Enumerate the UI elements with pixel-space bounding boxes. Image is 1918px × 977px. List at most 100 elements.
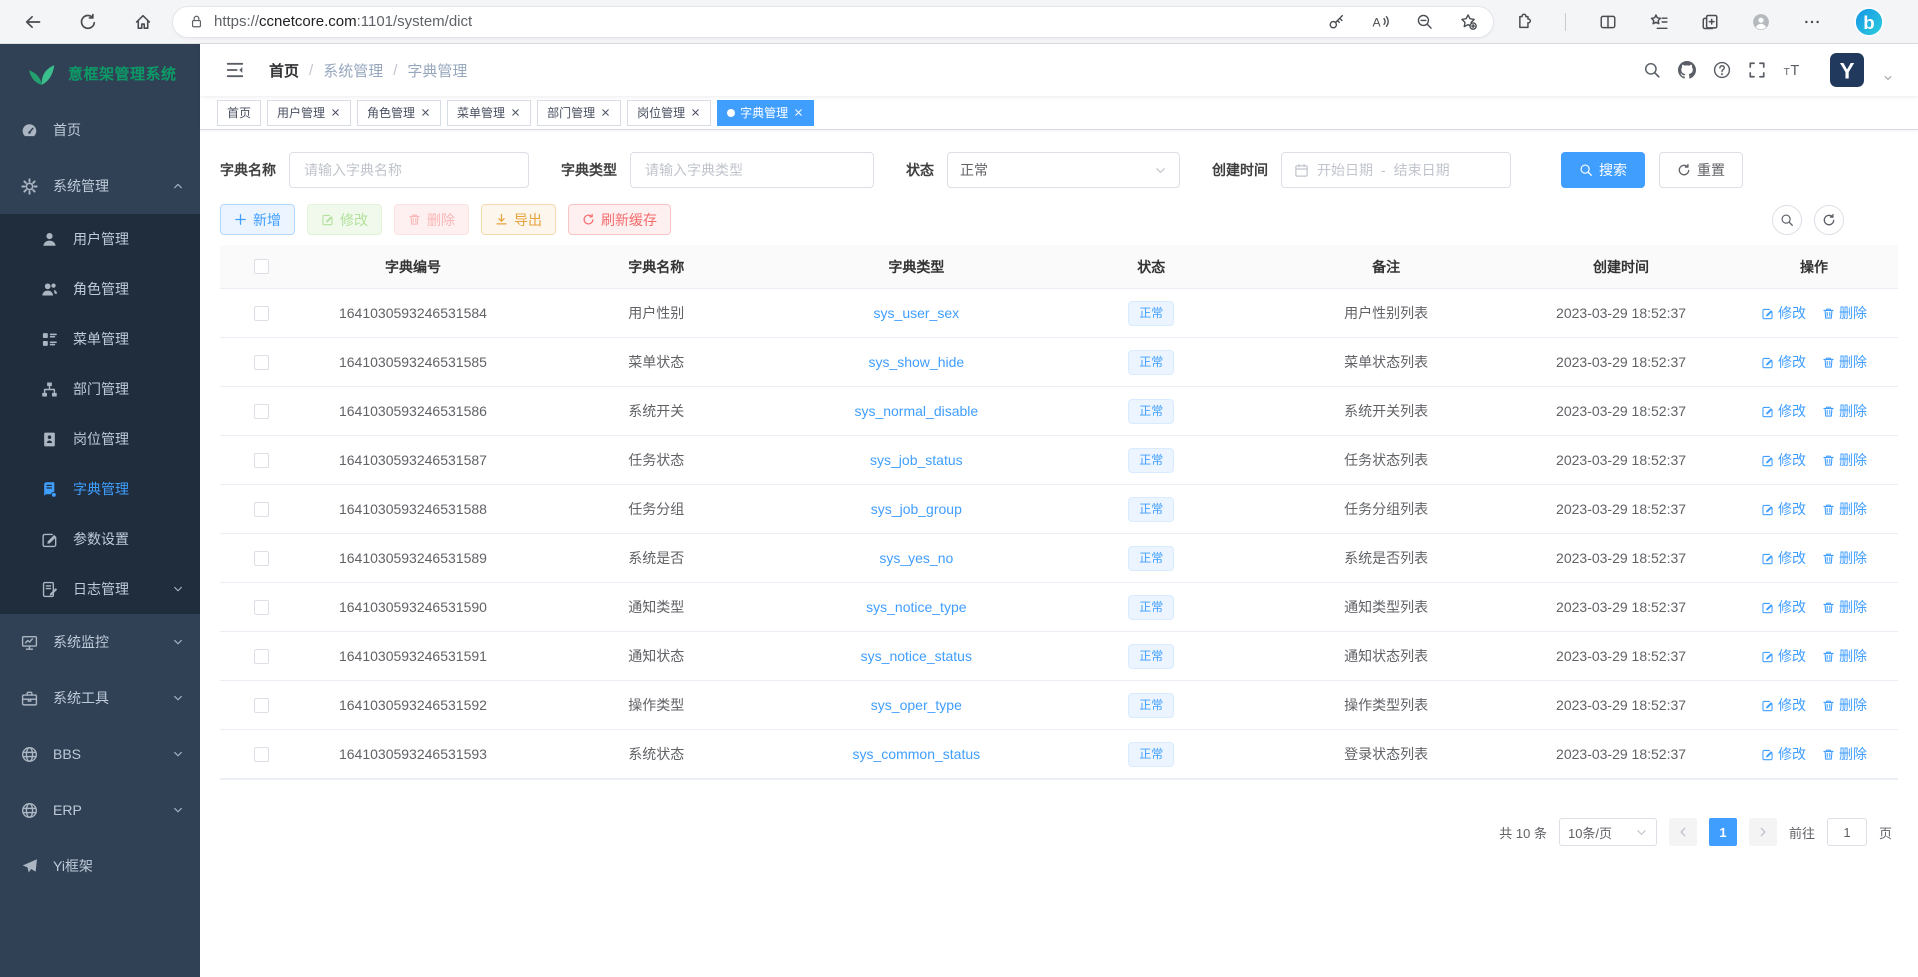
close-icon[interactable] xyxy=(690,107,701,118)
refresh-table-button[interactable] xyxy=(1814,205,1844,235)
row-edit-button[interactable]: 修改 xyxy=(1761,303,1806,323)
dict-type-link[interactable]: sys_normal_disable xyxy=(854,403,978,419)
read-aloud-icon[interactable]: A xyxy=(1372,13,1389,30)
row-delete-button[interactable]: 删除 xyxy=(1822,352,1867,372)
tab-dept-admin[interactable]: 部门管理 xyxy=(537,100,621,126)
row-checkbox[interactable] xyxy=(254,698,269,713)
row-checkbox[interactable] xyxy=(254,747,269,762)
sidebar-item-log-admin[interactable]: 日志管理 xyxy=(0,564,200,614)
dict-type-link[interactable]: sys_user_sex xyxy=(874,305,960,321)
zoom-out-icon[interactable] xyxy=(1416,13,1433,30)
dict-type-link[interactable]: sys_oper_type xyxy=(871,697,962,713)
dict-type-input[interactable] xyxy=(643,161,861,179)
search-button[interactable]: 搜索 xyxy=(1561,152,1645,188)
close-icon[interactable] xyxy=(600,107,611,118)
sidebar-item-erp[interactable]: ERP xyxy=(0,782,200,838)
sidebar-item-role-admin[interactable]: 角色管理 xyxy=(0,264,200,314)
dict-type-link[interactable]: sys_notice_type xyxy=(866,599,966,615)
prev-page-button[interactable] xyxy=(1669,818,1697,846)
tab-role-admin[interactable]: 角色管理 xyxy=(357,100,441,126)
sidebar-item-menu-admin[interactable]: 菜单管理 xyxy=(0,314,200,364)
home-icon[interactable] xyxy=(134,13,152,31)
sidebar-item-bbs[interactable]: BBS xyxy=(0,726,200,782)
page-number-button[interactable]: 1 xyxy=(1709,818,1737,846)
dict-name-input[interactable] xyxy=(302,161,516,179)
row-delete-button[interactable]: 删除 xyxy=(1822,695,1867,715)
sidebar-item-system-tools[interactable]: 系统工具 xyxy=(0,670,200,726)
reset-button[interactable]: 重置 xyxy=(1659,152,1743,188)
row-edit-button[interactable]: 修改 xyxy=(1761,695,1806,715)
row-checkbox[interactable] xyxy=(254,306,269,321)
sidebar-item-dict-admin[interactable]: 字典管理 xyxy=(0,464,200,514)
more-icon[interactable] xyxy=(1803,13,1821,31)
dict-type-link[interactable]: sys_job_status xyxy=(870,452,963,468)
split-screen-icon[interactable] xyxy=(1599,13,1617,31)
chevron-down-icon[interactable] xyxy=(1883,73,1893,83)
row-delete-button[interactable]: 删除 xyxy=(1822,597,1867,617)
favorites-bar-icon[interactable] xyxy=(1650,13,1668,31)
star-add-icon[interactable] xyxy=(1460,13,1477,30)
row-edit-button[interactable]: 修改 xyxy=(1761,744,1806,764)
row-delete-button[interactable]: 删除 xyxy=(1822,646,1867,666)
row-edit-button[interactable]: 修改 xyxy=(1761,646,1806,666)
row-checkbox[interactable] xyxy=(254,649,269,664)
sidebar-item-param-settings[interactable]: 参数设置 xyxy=(0,514,200,564)
close-icon[interactable] xyxy=(420,107,431,118)
profile-icon[interactable] xyxy=(1752,13,1770,31)
sidebar-item-post-admin[interactable]: 岗位管理 xyxy=(0,414,200,464)
row-edit-button[interactable]: 修改 xyxy=(1761,352,1806,372)
sidebar-item-system-monitor[interactable]: 系统监控 xyxy=(0,614,200,670)
row-edit-button[interactable]: 修改 xyxy=(1761,450,1806,470)
close-icon[interactable] xyxy=(510,107,521,118)
key-icon[interactable] xyxy=(1328,13,1345,30)
sidebar-item-dept-admin[interactable]: 部门管理 xyxy=(0,364,200,414)
close-icon[interactable] xyxy=(793,107,804,118)
dict-type-link[interactable]: sys_common_status xyxy=(853,746,981,762)
row-checkbox[interactable] xyxy=(254,404,269,419)
row-checkbox[interactable] xyxy=(254,453,269,468)
dict-type-link[interactable]: sys_show_hide xyxy=(868,354,964,370)
dict-type-link[interactable]: sys_notice_status xyxy=(861,648,972,664)
refresh-cache-button[interactable]: 刷新缓存 xyxy=(568,204,671,235)
row-delete-button[interactable]: 删除 xyxy=(1822,450,1867,470)
row-delete-button[interactable]: 删除 xyxy=(1822,548,1867,568)
next-page-button[interactable] xyxy=(1749,818,1777,846)
show-search-button[interactable] xyxy=(1772,205,1802,235)
address-bar[interactable]: https://ccnetcore.com:1101/system/dict A xyxy=(172,6,1494,38)
breadcrumb-home[interactable]: 首页 xyxy=(269,60,299,81)
sidebar-item-home[interactable]: 首页 xyxy=(0,102,200,158)
font-size-icon[interactable]: TT xyxy=(1783,61,1801,79)
back-icon[interactable] xyxy=(24,13,42,31)
row-checkbox[interactable] xyxy=(254,600,269,615)
dict-type-link[interactable]: sys_job_group xyxy=(871,501,962,517)
bing-icon[interactable]: b xyxy=(1854,7,1884,37)
tab-dict-admin[interactable]: 字典管理 xyxy=(717,100,814,126)
add-button[interactable]: 新增 xyxy=(220,204,295,235)
extensions-icon[interactable] xyxy=(1514,13,1532,31)
row-delete-button[interactable]: 删除 xyxy=(1822,401,1867,421)
row-checkbox[interactable] xyxy=(254,551,269,566)
sidebar-item-yi-framework[interactable]: Yi框架 xyxy=(0,838,200,894)
tab-menu-admin[interactable]: 菜单管理 xyxy=(447,100,531,126)
collections-icon[interactable] xyxy=(1701,13,1719,31)
search-icon[interactable] xyxy=(1643,61,1661,79)
row-delete-button[interactable]: 删除 xyxy=(1822,744,1867,764)
row-checkbox[interactable] xyxy=(254,355,269,370)
sidebar-item-system-admin[interactable]: 系统管理 xyxy=(0,158,200,214)
row-edit-button[interactable]: 修改 xyxy=(1761,401,1806,421)
hamburger-icon[interactable] xyxy=(225,61,245,79)
reload-icon[interactable] xyxy=(79,13,97,31)
select-all-checkbox[interactable] xyxy=(254,259,269,274)
delete-button[interactable]: 删除 xyxy=(394,204,469,235)
close-icon[interactable] xyxy=(330,107,341,118)
export-button[interactable]: 导出 xyxy=(481,204,556,235)
fullscreen-icon[interactable] xyxy=(1748,61,1766,79)
status-select[interactable]: 正常 xyxy=(947,152,1180,188)
tab-home[interactable]: 首页 xyxy=(217,100,261,126)
row-edit-button[interactable]: 修改 xyxy=(1761,548,1806,568)
question-icon[interactable] xyxy=(1713,61,1731,79)
yi-logo-icon[interactable]: Y xyxy=(1830,53,1864,87)
row-checkbox[interactable] xyxy=(254,502,269,517)
row-edit-button[interactable]: 修改 xyxy=(1761,597,1806,617)
dict-type-link[interactable]: sys_yes_no xyxy=(879,550,953,566)
